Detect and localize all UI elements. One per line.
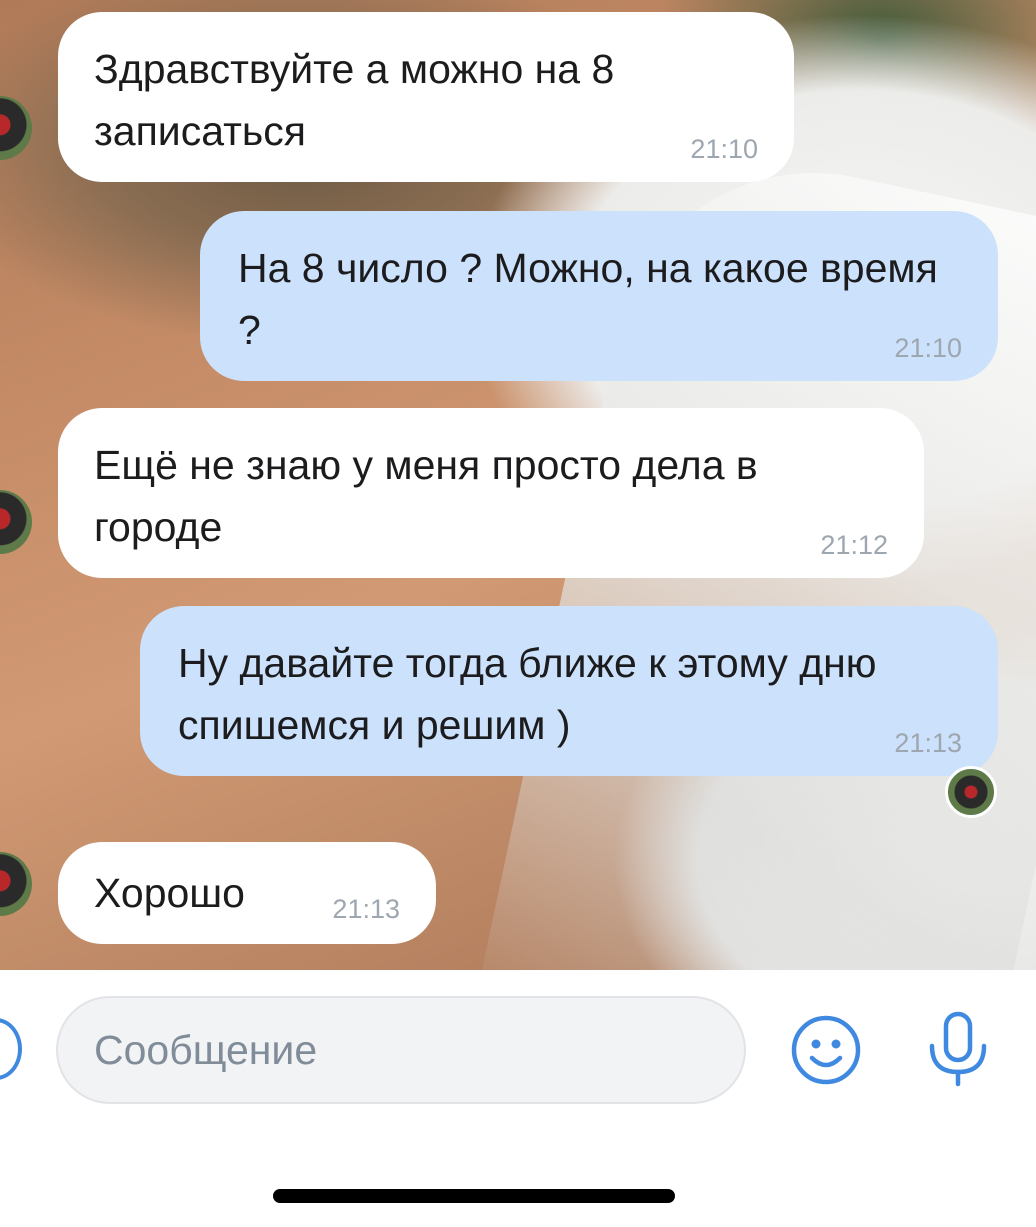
message-bubble-outgoing[interactable]: На 8 число ? Можно, на какое время ? 21:…: [200, 211, 998, 381]
message-time: 21:13: [894, 728, 962, 758]
emoji-button[interactable]: [790, 1014, 862, 1086]
message-time: 21:10: [690, 134, 758, 164]
message-time: 21:13: [332, 894, 400, 924]
message-text: Здравствуйте а можно на 8 записаться: [94, 46, 615, 154]
microphone-icon: [929, 1011, 987, 1087]
message-bubble-incoming[interactable]: Хорошо 21:13: [58, 842, 436, 944]
chat-history[interactable]: Здравствуйте а можно на 8 записаться 21:…: [0, 0, 1036, 970]
message-text: Ну давайте тогда ближе к этому дню спише…: [178, 640, 877, 748]
message-text: Ещё не знаю у меня просто дела в городе: [94, 442, 758, 550]
message-bubble-incoming[interactable]: Здравствуйте а можно на 8 записаться 21:…: [58, 12, 794, 182]
home-indicator[interactable]: [273, 1189, 675, 1203]
message-time: 21:10: [894, 333, 962, 363]
read-receipt-avatar: [945, 766, 997, 818]
message-bubble-incoming[interactable]: Ещё не знаю у меня просто дела в городе …: [58, 408, 924, 578]
voice-button[interactable]: [924, 1010, 992, 1090]
sender-avatar[interactable]: [0, 490, 32, 554]
message-text: На 8 число ? Можно, на какое время ?: [238, 245, 938, 353]
message-time: 21:12: [820, 530, 888, 560]
sender-avatar[interactable]: [0, 852, 32, 916]
message-input[interactable]: [56, 996, 746, 1104]
message-bubble-outgoing[interactable]: Ну давайте тогда ближе к этому дню спише…: [140, 606, 998, 776]
sender-avatar[interactable]: [0, 96, 32, 160]
smile-icon: [791, 1015, 861, 1085]
